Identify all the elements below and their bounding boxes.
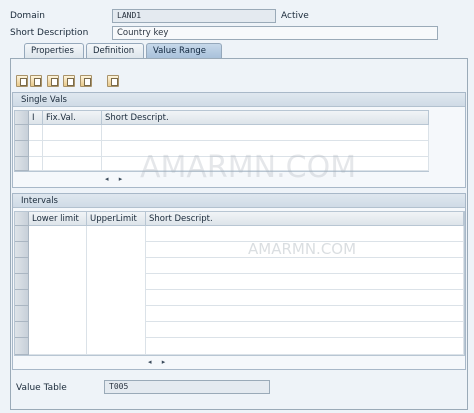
col-header-short-descript: Short Descript. [146,212,464,226]
table-cell[interactable] [146,274,464,290]
domain-label: Domain [10,11,45,21]
table-cell[interactable] [29,125,43,141]
single-vals-title: Single Vals [13,93,465,107]
row-selector-header[interactable] [15,212,29,226]
row-selector[interactable] [15,157,29,171]
table-cell[interactable] [43,141,102,157]
filter-icon[interactable] [107,75,119,87]
row-selector[interactable] [15,274,29,290]
intervals-table: Lower limit UpperLimit Short Descript. [14,211,465,356]
domain-field[interactable]: LAND1 [112,9,276,23]
table-cell[interactable] [102,125,429,141]
upper-limit-column[interactable] [87,226,146,355]
table-cell[interactable] [146,290,464,306]
col-header-lower-limit: Lower limit [29,212,87,226]
table-cell[interactable] [29,141,43,157]
row-selector[interactable] [15,322,29,338]
table-cell[interactable] [146,226,464,242]
tab-definition[interactable]: Definition [86,43,144,58]
value-table-field[interactable]: T005 [104,380,270,394]
table-cell[interactable] [146,338,464,355]
table-cell[interactable] [146,258,464,274]
row-selector[interactable] [15,242,29,258]
short-description-field[interactable]: Country key [112,26,438,40]
single-vals-group: Single Vals I Fix.Val. Short Descript. ◂… [12,92,466,188]
short-description-label: Short Description [10,28,89,38]
copy-icon[interactable] [30,75,42,87]
lower-limit-column[interactable] [29,226,87,355]
col-header-indicator: I [29,111,43,125]
col-header-fix-val: Fix.Val. [43,111,102,125]
intervals-group: Intervals Lower limit UpperLimit Short D… [12,193,466,370]
table-cell[interactable] [29,157,43,171]
row-selector[interactable] [15,125,29,141]
horizontal-scroll-arrows[interactable]: ◂ ▸ [148,358,169,366]
status-text: Active [281,11,309,21]
table-cell[interactable] [102,141,429,157]
tab-value-range[interactable]: Value Range [146,43,222,58]
table-cell[interactable] [102,157,429,171]
row-selector[interactable] [15,338,29,355]
single-vals-table: I Fix.Val. Short Descript. [14,110,429,172]
intervals-title: Intervals [13,194,465,208]
horizontal-scroll-arrows[interactable]: ◂ ▸ [105,175,126,183]
delete-row-icon[interactable] [63,75,75,87]
table-cell[interactable] [146,242,464,258]
row-selector-header[interactable] [15,111,29,125]
table-cell[interactable] [43,157,102,171]
select-all-icon[interactable] [80,75,92,87]
col-header-short-descript: Short Descript. [102,111,429,125]
tab-properties[interactable]: Properties [24,43,84,58]
row-selector[interactable] [15,258,29,274]
row-selector[interactable] [15,306,29,322]
row-selector[interactable] [15,141,29,157]
value-table-label: Value Table [16,383,67,393]
cut-icon[interactable] [16,75,28,87]
table-cell[interactable] [43,125,102,141]
table-cell[interactable] [146,306,464,322]
insert-row-icon[interactable] [47,75,59,87]
row-selector[interactable] [15,226,29,242]
row-selector[interactable] [15,290,29,306]
table-cell[interactable] [146,322,464,338]
col-header-upper-limit: UpperLimit [87,212,146,226]
